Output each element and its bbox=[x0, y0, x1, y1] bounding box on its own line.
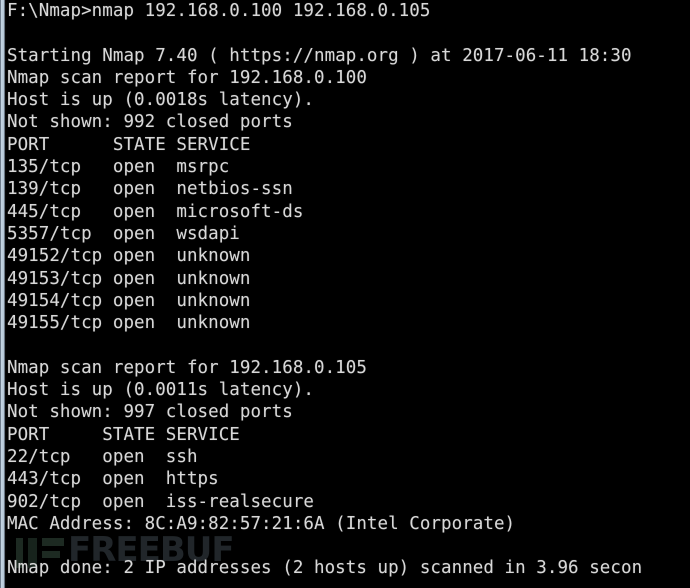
terminal-output[interactable]: F:\Nmap>nmap 192.168.0.100 192.168.0.105… bbox=[7, 0, 690, 580]
terminal-line-host1-port-445: 445/tcp open microsoft-ds bbox=[7, 201, 304, 222]
terminal-line-host1-not-shown: Not shown: 992 closed ports bbox=[7, 112, 293, 133]
terminal-line-host1-port-49155: 49155/tcp open unknown bbox=[7, 313, 251, 334]
terminal-line-command: F:\Nmap>nmap 192.168.0.100 192.168.0.105 bbox=[7, 1, 431, 21]
terminal-line-scan-report-host2: Nmap scan report for 192.168.0.105 bbox=[7, 357, 367, 378]
terminal-line-host2-not-shown: Not shown: 997 closed ports bbox=[7, 402, 293, 423]
terminal-line-host1-port-5357: 5357/tcp open wsdapi bbox=[7, 223, 240, 244]
terminal-line-host1-port-49153: 49153/tcp open unknown bbox=[7, 268, 251, 289]
terminal-line-host2-port-902: 902/tcp open iss-realsecure bbox=[7, 491, 314, 512]
terminal-line-starting-nmap: Starting Nmap 7.40 ( https://nmap.org ) … bbox=[7, 45, 643, 66]
terminal-line-host1-port-header: PORT STATE SERVICE bbox=[7, 134, 251, 155]
terminal-line-host2-up: Host is up (0.0011s latency). bbox=[7, 380, 314, 401]
terminal-line-scan-report-host1: Nmap scan report for 192.168.0.100 bbox=[7, 67, 367, 88]
terminal-line-host1-port-49154: 49154/tcp open unknown bbox=[7, 290, 251, 311]
terminal-line-nmap-done: Nmap done: 2 IP addresses (2 hosts up) s… bbox=[7, 558, 643, 579]
terminal-line-host2-mac-address: MAC Address: 8C:A9:82:57:21:6A (Intel Co… bbox=[7, 513, 516, 534]
command-prompt-window[interactable]: FREEBUF F:\Nmap>nmap 192.168.0.100 192.1… bbox=[0, 0, 690, 588]
terminal-line-blank-2 bbox=[7, 334, 690, 356]
terminal-line-host1-port-49152: 49152/tcp open unknown bbox=[7, 246, 251, 267]
terminal-line-host1-port-139: 139/tcp open netbios-ssn bbox=[7, 179, 293, 200]
terminal-line-host2-port-443: 443/tcp open https bbox=[7, 469, 219, 490]
terminal-line-blank-3 bbox=[7, 535, 690, 557]
window-left-border bbox=[0, 0, 7, 588]
terminal-line-host1-up: Host is up (0.0018s latency). bbox=[7, 90, 314, 111]
terminal-line-host1-port-135: 135/tcp open msrpc bbox=[7, 157, 230, 178]
terminal-line-host2-port-header: PORT STATE SERVICE bbox=[7, 424, 240, 445]
terminal-line-host2-port-22: 22/tcp open ssh bbox=[7, 446, 198, 467]
